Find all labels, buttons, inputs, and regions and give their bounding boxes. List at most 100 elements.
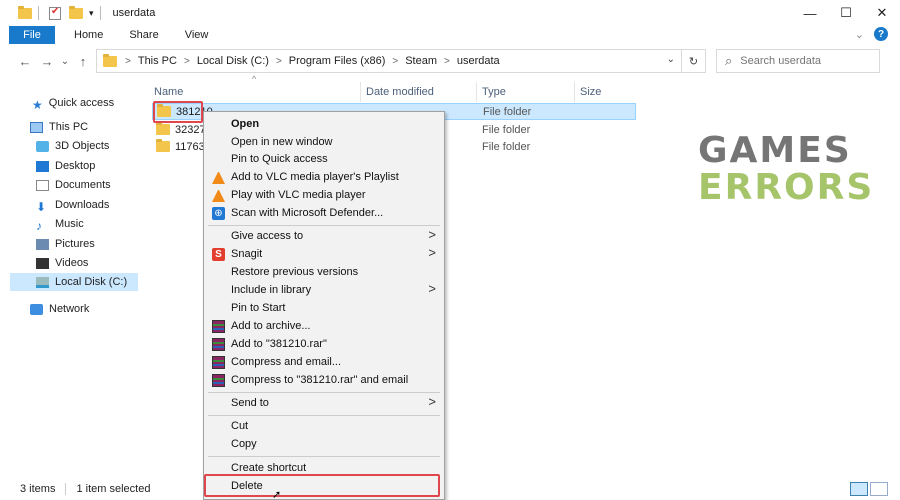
menu-item-restore-versions[interactable]: Restore previous versions [204, 263, 444, 281]
column-header-date[interactable]: Date modified [366, 82, 434, 102]
sidebar-item-music[interactable]: ♪ Music [36, 215, 84, 233]
menu-item-label: Cut [231, 420, 249, 432]
breadcrumb-program-files[interactable]: Program Files (x86) [289, 55, 386, 67]
sidebar-item-desktop[interactable]: Desktop [36, 157, 95, 175]
ribbon-tabs: File Home Share View ⌄ ? [0, 26, 900, 44]
sidebar-item-3d-objects[interactable]: 3D Objects [36, 137, 109, 155]
menu-item-label: Pin to Quick access [231, 153, 328, 165]
sidebar-item-label: This PC [49, 121, 89, 133]
search-box[interactable]: ⌕ [716, 49, 880, 73]
details-view-icon[interactable] [850, 482, 868, 496]
menu-item-defender-scan[interactable]: ⊕ Scan with Microsoft Defender... [204, 204, 444, 222]
tab-home[interactable]: Home [61, 29, 116, 41]
file-type: File folder [482, 140, 531, 153]
menu-item-vlc-playlist[interactable]: Add to VLC media player's Playlist [204, 168, 444, 186]
column-divider[interactable] [574, 82, 575, 102]
menu-item-give-access[interactable]: Give access to > [204, 227, 444, 245]
selected-folder-highlight [153, 101, 203, 123]
column-divider[interactable] [476, 82, 477, 102]
folder-icon [156, 139, 170, 152]
column-header-size[interactable]: Size [580, 82, 601, 102]
address-bar[interactable]: > This PC > Local Disk (C:) > Program Fi… [96, 49, 706, 73]
menu-item-compress-email[interactable]: Compress and email... [204, 353, 444, 371]
menu-item-label: Snagit [231, 248, 263, 260]
picture-icon [36, 238, 49, 250]
breadcrumb-this-pc[interactable]: This PC [138, 55, 177, 67]
menu-item-add-to-rar[interactable]: Add to "381210.rar" [204, 335, 444, 353]
desktop-icon [36, 160, 49, 172]
menu-item-include-library[interactable]: Include in library > [204, 281, 444, 299]
tab-view[interactable]: View [172, 29, 222, 41]
menu-item-open-new-window[interactable]: Open in new window [204, 133, 444, 151]
menu-item-label: Give access to [231, 230, 304, 242]
tab-file[interactable]: File [9, 26, 55, 44]
vlc-cone-icon [212, 189, 225, 202]
menu-item-label: Create shortcut [231, 462, 307, 474]
sidebar-item-quick-access[interactable]: ★ Quick access [32, 94, 114, 112]
refresh-icon[interactable]: ↻ [681, 50, 705, 72]
chevron-right-icon[interactable]: > [444, 56, 450, 67]
menu-item-vlc-play[interactable]: Play with VLC media player [204, 186, 444, 204]
menu-item-open[interactable]: Open [204, 115, 444, 133]
menu-item-label: Include in library [231, 284, 312, 296]
sidebar-item-this-pc[interactable]: This PC [30, 118, 88, 136]
sidebar-item-downloads[interactable]: ⬇ Downloads [36, 196, 109, 214]
address-dropdown-icon[interactable]: ⌄ [667, 54, 675, 65]
computer-icon [30, 121, 43, 133]
up-icon[interactable]: ↑ [72, 54, 94, 69]
search-input[interactable] [740, 55, 861, 67]
sidebar-item-local-disk[interactable]: Local Disk (C:) [10, 273, 138, 291]
chevron-right-icon[interactable]: > [276, 56, 282, 67]
sidebar-item-videos[interactable]: Videos [36, 254, 88, 272]
column-header-name[interactable]: Name [154, 82, 183, 102]
maximize-button[interactable]: ☐ [828, 0, 864, 26]
chevron-right-icon[interactable]: > [184, 56, 190, 67]
status-bar: 3 items 1 item selected [0, 478, 900, 500]
back-icon[interactable]: ← [14, 54, 36, 69]
menu-item-copy[interactable]: Copy [204, 435, 444, 453]
column-header-type[interactable]: Type [482, 82, 506, 102]
sidebar-item-label: Videos [55, 257, 89, 269]
sidebar-item-documents[interactable]: Documents [36, 176, 111, 194]
minimize-button[interactable]: — [792, 0, 828, 26]
chevron-right-icon: > [428, 227, 436, 242]
menu-separator [208, 225, 440, 226]
properties-icon[interactable] [49, 6, 61, 20]
menu-item-pin-quick-access[interactable]: Pin to Quick access [204, 150, 444, 168]
close-button[interactable]: ✕ [864, 0, 900, 26]
recent-locations-icon[interactable]: ⌄ [58, 56, 72, 67]
music-note-icon: ♪ [36, 218, 42, 233]
forward-icon[interactable]: → [36, 54, 58, 69]
menu-item-pin-start[interactable]: Pin to Start [204, 299, 444, 317]
file-type: File folder [482, 123, 531, 136]
film-icon [36, 257, 49, 269]
help-icon[interactable]: ? [874, 27, 888, 41]
status-separator [65, 483, 67, 495]
chevron-right-icon[interactable]: > [392, 56, 398, 67]
menu-item-label: Pin to Start [231, 302, 286, 314]
large-icons-view-icon[interactable] [870, 482, 888, 496]
menu-item-cut[interactable]: Cut [204, 417, 444, 435]
chevron-right-icon: > [428, 245, 436, 260]
menu-item-add-archive[interactable]: Add to archive... [204, 317, 444, 335]
document-icon [36, 179, 49, 191]
chevron-right-icon[interactable]: > [125, 56, 131, 67]
new-folder-icon[interactable] [69, 5, 83, 19]
qat-dropdown-icon[interactable]: ▾ [89, 8, 94, 19]
menu-item-send-to[interactable]: Send to > [204, 394, 444, 412]
sidebar-item-network[interactable]: Network [30, 300, 89, 318]
menu-item-label: Play with VLC media player [231, 189, 366, 201]
sidebar-item-pictures[interactable]: Pictures [36, 235, 95, 253]
menu-item-snagit[interactable]: S Snagit > [204, 245, 444, 263]
breadcrumb-userdata[interactable]: userdata [457, 55, 500, 67]
breadcrumb-local-disk[interactable]: Local Disk (C:) [197, 55, 269, 67]
title-separator [99, 6, 101, 20]
tab-share[interactable]: Share [116, 29, 171, 41]
menu-item-compress-rar-email[interactable]: Compress to "381210.rar" and email [204, 371, 444, 389]
winrar-icon [212, 338, 225, 351]
watermark-line-1: GAMES [698, 130, 852, 171]
breadcrumb-steam[interactable]: Steam [405, 55, 437, 67]
expand-ribbon-icon[interactable]: ⌄ [855, 28, 864, 41]
window-controls: — ☐ ✕ [792, 0, 900, 26]
column-divider[interactable] [360, 82, 361, 102]
